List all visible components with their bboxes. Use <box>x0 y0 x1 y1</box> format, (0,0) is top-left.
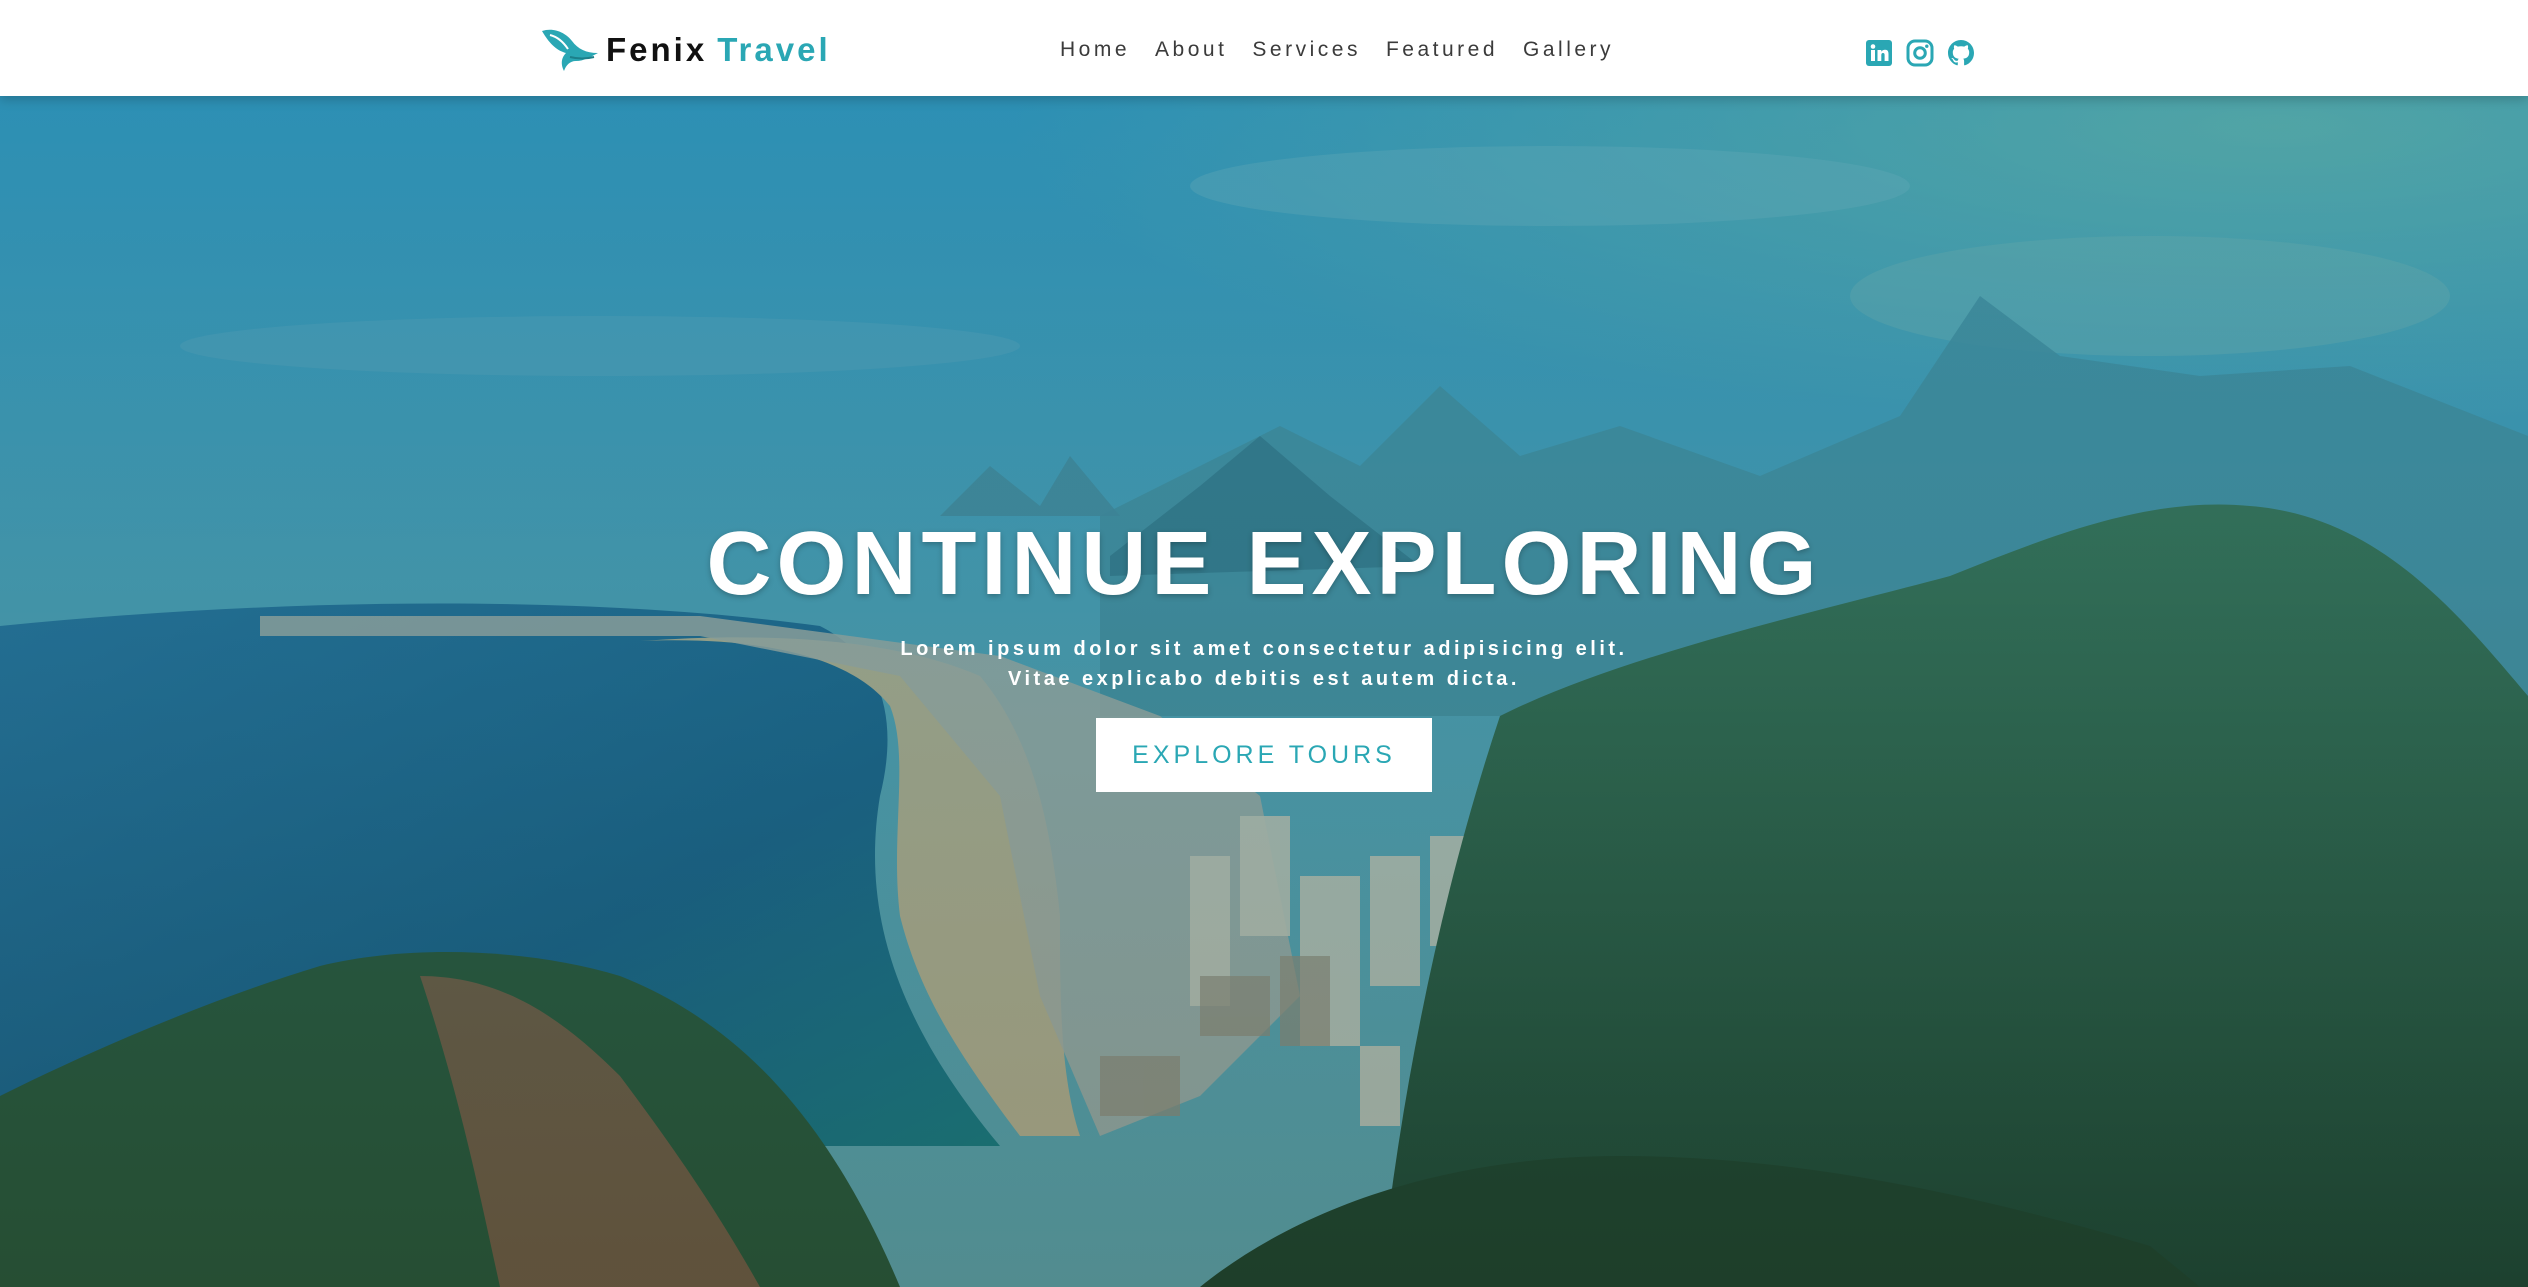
github-link[interactable] <box>1946 38 1976 68</box>
nav-item-services[interactable]: Services <box>1252 38 1361 62</box>
social-links <box>1864 38 1976 68</box>
brand-name: Fenix Travel <box>606 31 831 69</box>
nav-item-gallery[interactable]: Gallery <box>1523 38 1614 62</box>
nav-item-featured[interactable]: Featured <box>1386 38 1498 62</box>
hero-section: CONTINUE EXPLORING Lorem ipsum dolor sit… <box>0 96 2528 1287</box>
navbar: Fenix Travel Home About Services Featured… <box>0 0 2528 96</box>
nav-item-about[interactable]: About <box>1155 38 1227 62</box>
github-icon <box>1948 40 1974 66</box>
nav-item-home[interactable]: Home <box>1060 38 1130 62</box>
linkedin-icon <box>1866 40 1892 66</box>
main-nav: Home About Services Featured Gallery <box>1060 38 1639 62</box>
explore-tours-button[interactable]: EXPLORE TOURS <box>1096 718 1432 792</box>
linkedin-link[interactable] <box>1864 38 1894 68</box>
instagram-icon <box>1906 39 1934 67</box>
hero-title: CONTINUE EXPLORING <box>706 514 1822 614</box>
brand-link[interactable]: Fenix Travel <box>540 28 831 72</box>
brand-name-second: Travel <box>717 31 831 68</box>
brand-name-first: Fenix <box>606 31 708 68</box>
instagram-link[interactable] <box>1905 38 1935 68</box>
hero-content: CONTINUE EXPLORING Lorem ipsum dolor sit… <box>0 516 2528 792</box>
hero-description: Lorem ipsum dolor sit amet consectetur a… <box>900 638 1628 690</box>
bird-logo-icon <box>542 29 598 72</box>
